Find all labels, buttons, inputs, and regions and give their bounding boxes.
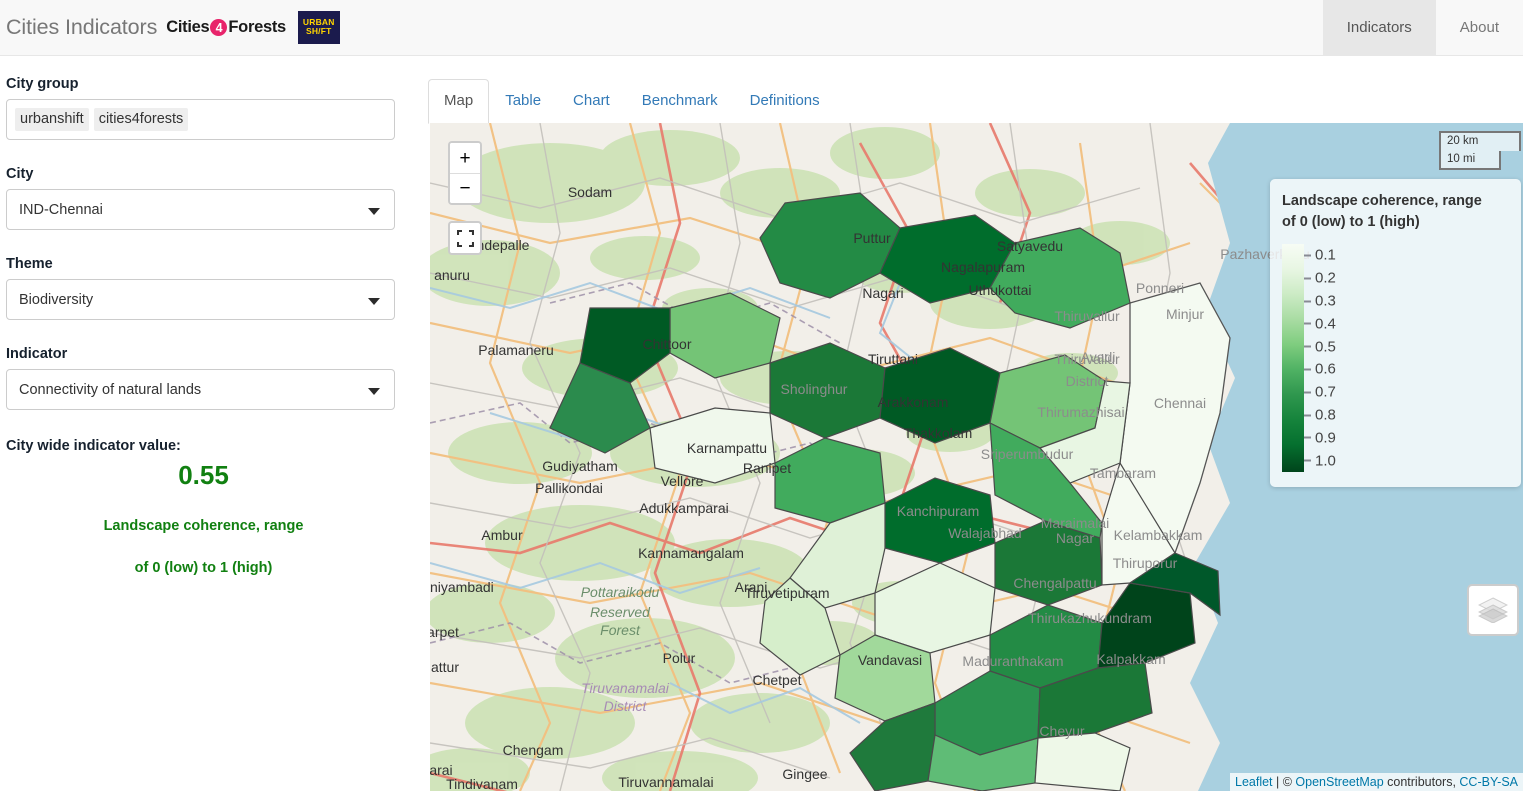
city-wide-value-desc-line1: Landscape coherence, range xyxy=(103,518,304,535)
urbanshift-logo: URBAN SH/FT xyxy=(297,11,340,44)
legend-tick: 0.5 xyxy=(1304,339,1336,354)
tag-cities4forests[interactable]: cities4forests xyxy=(93,107,189,132)
city-wide-value: 0.55 xyxy=(178,460,229,490)
legend-tick-label: 0.4 xyxy=(1315,315,1336,333)
zoom-controls: + − xyxy=(448,141,482,205)
attribution-leaflet-link[interactable]: Leaflet xyxy=(1235,775,1273,789)
chevron-down-icon xyxy=(368,297,380,305)
urbanshift-line2: SH/FT xyxy=(305,26,332,36)
legend-tick-label: 0.9 xyxy=(1315,429,1336,447)
legend-tick-label: 0.6 xyxy=(1315,360,1336,378)
attribution-license-link[interactable]: CC-BY-SA xyxy=(1459,775,1518,789)
legend-tick-label: 0.3 xyxy=(1315,292,1336,310)
tab-definitions[interactable]: Definitions xyxy=(734,79,836,124)
legend-title-line1: Landscape coherence, range xyxy=(1282,193,1482,209)
chevron-down-icon xyxy=(368,387,380,395)
city-wide-value-desc-line2: of 0 (low) to 1 (high) xyxy=(134,560,273,577)
legend-tick-label: 0.2 xyxy=(1315,269,1336,287)
legend-tick-label: 0.7 xyxy=(1315,383,1336,401)
scale-mi: 10 mi xyxy=(1439,150,1501,171)
legend-tick-dash xyxy=(1304,459,1311,462)
logo-text-post: Forests xyxy=(228,18,286,36)
chevron-down-icon xyxy=(368,207,380,215)
legend-title-line2: of 0 (low) to 1 (high) xyxy=(1282,214,1420,231)
legend-tick: 0.3 xyxy=(1304,294,1336,309)
legend-tick-dash xyxy=(1304,254,1311,257)
layers-button[interactable] xyxy=(1467,584,1519,636)
indicator-select-value: Connectivity of natural lands xyxy=(19,381,202,398)
legend-tick-label: 0.5 xyxy=(1315,338,1336,356)
sidebar: City group urbanshift cities4forests Cit… xyxy=(0,56,420,735)
fullscreen-icon xyxy=(456,229,474,247)
app-title: Cities Indicators xyxy=(6,14,158,39)
attribution-separator: | © xyxy=(1272,775,1296,789)
scale-km: 20 km xyxy=(1439,131,1521,151)
city-select[interactable]: IND-Chennai xyxy=(6,189,395,230)
layers-icon xyxy=(1478,597,1508,623)
theme-label: Theme xyxy=(6,256,53,272)
legend-tick: 0.9 xyxy=(1304,430,1336,445)
tab-benchmark[interactable]: Benchmark xyxy=(626,79,734,124)
main-panel: Map Table Chart Benchmark Definitions So… xyxy=(428,56,1523,791)
legend-tick-dash xyxy=(1304,368,1311,371)
legend-tick: 0.8 xyxy=(1304,408,1336,423)
legend-tick-dash xyxy=(1304,277,1311,280)
theme-select[interactable]: Biodiversity xyxy=(6,279,395,320)
tab-map[interactable]: Map xyxy=(428,78,490,124)
tab-bar: Map Table Chart Benchmark Definitions xyxy=(428,76,1523,124)
cities4forests-logo: Cities 4 Forests xyxy=(166,18,286,37)
indicator-select[interactable]: Connectivity of natural lands xyxy=(6,369,395,410)
logo-four-badge: 4 xyxy=(210,19,228,36)
attribution-osm-link[interactable]: OpenStreetMap xyxy=(1295,775,1383,789)
legend-tick-label: 0.1 xyxy=(1315,246,1336,264)
theme-select-value: Biodiversity xyxy=(19,291,94,308)
nav-link-about[interactable]: About xyxy=(1436,0,1523,55)
zoom-in-button[interactable]: + xyxy=(450,143,480,173)
legend-tick: 0.6 xyxy=(1304,362,1336,377)
tag-urbanshift[interactable]: urbanshift xyxy=(15,107,89,132)
indicator-label: Indicator xyxy=(6,346,68,362)
legend-tick: 0.1 xyxy=(1304,248,1336,263)
map-attribution: Leaflet | © OpenStreetMap contributors, … xyxy=(1230,773,1523,791)
city-label: City xyxy=(6,166,34,182)
legend-tick: 0.7 xyxy=(1304,385,1336,400)
legend-body: 0.1 0.2 0.3 0.4 0.5 0.6 0.7 0.8 0.9 1.0 xyxy=(1282,244,1509,473)
fullscreen-button[interactable] xyxy=(448,221,482,255)
legend-tick: 1.0 xyxy=(1304,453,1336,468)
legend-tick-dash xyxy=(1304,391,1311,394)
top-navbar: Cities Indicators Cities 4 Forests URBAN… xyxy=(0,0,1523,56)
legend-tick-dash xyxy=(1304,345,1311,348)
legend-tick: 0.4 xyxy=(1304,316,1336,331)
nav-link-indicators[interactable]: Indicators xyxy=(1322,0,1436,55)
legend-tick-label: 0.8 xyxy=(1315,406,1336,424)
legend-tick-dash xyxy=(1304,322,1311,325)
city-select-value: IND-Chennai xyxy=(19,201,103,218)
city-wide-value-caption: City wide indicator value: xyxy=(6,438,181,454)
tab-chart[interactable]: Chart xyxy=(557,79,626,124)
city-wide-value-block: City wide indicator value: 0.55 Landscap… xyxy=(6,438,401,589)
legend-tick: 0.2 xyxy=(1304,271,1336,286)
legend-title: Landscape coherence, range of 0 (low) to… xyxy=(1282,191,1509,233)
city-group-label: City group xyxy=(6,76,79,92)
city-group-input[interactable]: urbanshift cities4forests xyxy=(6,99,395,140)
legend-tick-label: 1.0 xyxy=(1315,452,1336,470)
brand[interactable]: Cities Indicators Cities 4 Forests URBAN… xyxy=(0,0,340,55)
legend-tick-list: 0.1 0.2 0.3 0.4 0.5 0.6 0.7 0.8 0.9 1.0 xyxy=(1304,244,1504,472)
legend-tick-dash xyxy=(1304,414,1311,417)
map-viewport[interactable]: Sodam Puttur Satyavedu Nagalapuram Pazhaverk… xyxy=(430,123,1523,791)
attribution-contributors: contributors, xyxy=(1383,775,1460,789)
legend-tick-dash xyxy=(1304,300,1311,303)
legend-tick-dash xyxy=(1304,436,1311,439)
legend-gradient-bar xyxy=(1282,244,1304,473)
map-legend: Landscape coherence, range of 0 (low) to… xyxy=(1270,179,1521,487)
zoom-out-button[interactable]: − xyxy=(450,173,480,203)
nav-links: Indicators About xyxy=(1322,0,1523,55)
scale-control: 20 km 10 mi xyxy=(1439,131,1521,171)
logo-text-pre: Cities xyxy=(166,18,210,36)
tab-table[interactable]: Table xyxy=(489,79,557,124)
